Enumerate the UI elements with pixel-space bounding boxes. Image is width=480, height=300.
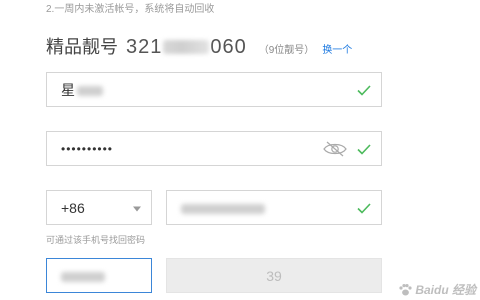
inactive-notice: 2.一周内未激活帐号，系统将自动回收 bbox=[46, 4, 215, 15]
account-number-row: 精品靓号 321 060 （9位靓号） 换一个 bbox=[46, 33, 352, 59]
account-number-suffix: 060 bbox=[210, 36, 247, 58]
phone-hint: 可通过该手机号找回密码 bbox=[46, 235, 146, 245]
paw-icon bbox=[399, 283, 412, 295]
watermark: Baidu 经验 bbox=[398, 281, 476, 298]
nickname-field[interactable]: 星 bbox=[46, 72, 382, 107]
account-number: 321 060 bbox=[126, 36, 247, 59]
country-code-value: +86 bbox=[61, 199, 85, 216]
password-field[interactable]: •••••••••• bbox=[46, 131, 382, 166]
sms-code-value-redacted bbox=[61, 268, 105, 284]
blurred-digits bbox=[163, 40, 210, 54]
valid-check-icon bbox=[357, 84, 371, 96]
account-number-prefix: 321 bbox=[126, 36, 163, 58]
chevron-down-icon bbox=[133, 206, 141, 211]
phone-field[interactable] bbox=[166, 190, 382, 225]
valid-check-icon bbox=[357, 143, 371, 155]
account-tag: （9位靓号） bbox=[258, 45, 315, 56]
nickname-value: 星 bbox=[61, 80, 103, 100]
resend-code-button[interactable]: 39 bbox=[166, 258, 382, 293]
eye-slash-icon[interactable] bbox=[323, 141, 347, 157]
country-code-select[interactable]: +86 bbox=[46, 190, 152, 225]
change-number-link[interactable]: 换一个 bbox=[322, 41, 352, 56]
password-value: •••••••••• bbox=[61, 141, 114, 156]
phone-value-redacted bbox=[181, 200, 265, 216]
valid-check-icon bbox=[357, 202, 371, 214]
sms-code-field[interactable] bbox=[46, 258, 152, 293]
account-label: 精品靓号 bbox=[46, 37, 118, 57]
watermark-text: Baidu 经验 bbox=[415, 283, 476, 297]
